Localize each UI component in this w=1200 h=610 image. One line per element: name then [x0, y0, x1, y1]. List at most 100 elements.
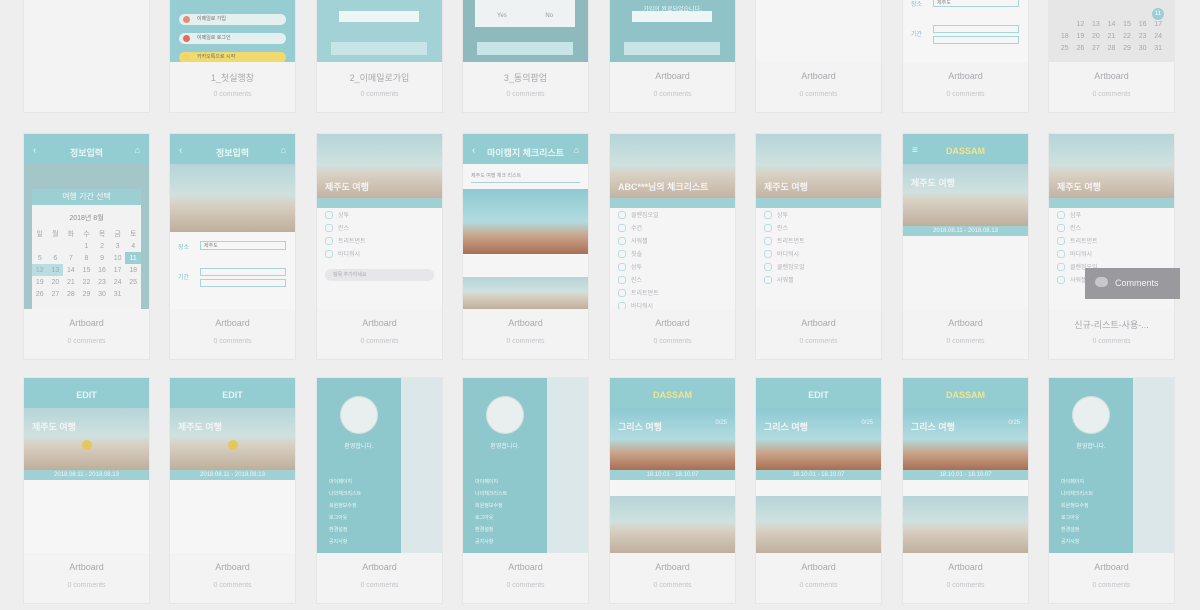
calendar-day[interactable]: 28	[1104, 42, 1120, 54]
checklist-item[interactable]: 샴푸	[1057, 210, 1098, 223]
artboard-thumbnail[interactable]: 환영합니다. 마이페이지 나의체크리스트 회원정보수정 로그아웃 환경설정 공지사항	[317, 378, 442, 553]
artboard-thumbnail[interactable]: ‹ 정보입력 ⌂ 여행 기간 선택 2018년 8월 일 월 화 수 목 금 토 1 2 3 4 5 6 7 8 9 10…	[24, 134, 149, 309]
calendar-day[interactable]: 16	[1135, 18, 1151, 30]
calendar-day[interactable]: 22	[1119, 30, 1135, 42]
artboard-card[interactable]: 12 13 14 15 16 17 18 19 20 21 22 23 24 25 26 27 28 29 30 31…	[1049, 0, 1174, 112]
checkbox-icon[interactable]	[618, 263, 626, 272]
calendar-day[interactable]: 30	[94, 288, 110, 300]
artboard-title[interactable]: Artboard	[903, 562, 1028, 572]
date-row[interactable]	[933, 36, 1019, 44]
artboard-thumbnail[interactable]: 12 13 14 15 16 17 18 19 20 21 22 23 24 25 26 27 28 29 30 31…	[1049, 0, 1174, 62]
home-icon[interactable]: ⌂	[574, 145, 579, 155]
artboard-card[interactable]: 제주도 여행 상투 린스 트리트먼트 바디워시 항목 추가하세요 Artboard 0 com…	[317, 134, 442, 359]
checklist-item[interactable]: 상투	[325, 210, 366, 223]
comments-tooltip[interactable]: Comments	[1085, 268, 1180, 299]
calendar-day[interactable]: 29	[79, 288, 95, 300]
checkbox-icon[interactable]	[1057, 263, 1065, 272]
side-menu-item[interactable]: 환경설정	[329, 524, 361, 536]
artboard-thumbnail[interactable]: 장소 기간 제주도	[903, 0, 1028, 62]
checkbox-icon[interactable]	[1057, 250, 1065, 259]
search-input[interactable]: 제주도 여행 체크 리스트	[471, 172, 580, 183]
calendar-day[interactable]: 20	[1088, 30, 1104, 42]
artboard-title[interactable]: Artboard	[756, 562, 881, 572]
calendar-day[interactable]: 14	[63, 264, 79, 276]
artboard-title[interactable]: Artboard	[903, 318, 1028, 328]
calendar-day[interactable]: 23	[1135, 30, 1151, 42]
artboard-card[interactable]: Yes No 3_동의팝업 0 comments	[463, 0, 588, 112]
artboard-thumbnail[interactable]: 제주도 여행 상투 린스 트리트먼트 바디워시 클렌징오일 사워젤	[756, 134, 881, 309]
checkbox-icon[interactable]	[764, 276, 772, 285]
artboard-title[interactable]: 2_이메일로가입	[317, 71, 442, 84]
artboard-title[interactable]: Artboard	[610, 562, 735, 572]
place-input[interactable]: 제주도	[933, 0, 1019, 7]
checklist-item[interactable]: 린스	[325, 223, 366, 236]
calendar-day[interactable]: 21	[63, 276, 79, 288]
highlight-day[interactable]: 11	[1152, 8, 1164, 20]
add-item-input[interactable]: 항목 추가하세요	[325, 269, 434, 281]
calendar-day[interactable]: 26	[1073, 42, 1089, 54]
artboard-thumbnail[interactable]: 환영합니다. 마이페이지 나의체크리스트 회원정보수정 로그아웃 환경설정 공지사항	[463, 378, 588, 553]
calendar-day[interactable]: 14	[1104, 18, 1120, 30]
checkbox-icon[interactable]	[764, 224, 772, 233]
checklist-item[interactable]: 사워젤	[764, 275, 805, 288]
side-menu-item[interactable]: 로그아웃	[475, 512, 507, 524]
checklist-item[interactable]: 상투	[618, 262, 659, 275]
artboard-card[interactable]: ≡ DASSAM 제주도 여행 2018.08.11 - 2018.08.13 Artb…	[903, 134, 1028, 359]
artboard-title[interactable]: Artboard	[24, 318, 149, 328]
calendar-day[interactable]: 6	[48, 252, 64, 264]
calendar-day[interactable]: 20	[48, 276, 64, 288]
artboard-card[interactable]: 제주도 여행 상투 린스 트리트먼트 바디워시 클렌징오일 사워젤 Artboard 0 com…	[756, 134, 881, 359]
checkbox-icon[interactable]	[325, 224, 333, 233]
artboard-title[interactable]: 신규-리스트-사용-...	[1049, 318, 1174, 331]
artboard-card[interactable]: 환영합니다. 마이페이지 나의체크리스트 회원정보수정 로그아웃 환경설정 공지사항 Artb…	[463, 378, 588, 603]
checklist-item[interactable]: 린스	[618, 275, 659, 288]
artboard-thumbnail[interactable]: ‹ 마이캠지 체크리스트 ⌂ 제주도 여행 체크 리스트	[463, 134, 588, 309]
calendar-day[interactable]: 7	[63, 252, 79, 264]
home-icon[interactable]: ⌂	[135, 145, 140, 155]
calendar-day[interactable]: 19	[1073, 30, 1089, 42]
side-menu-item[interactable]: 공지사항	[475, 536, 507, 548]
checklist-item[interactable]: 트리트먼트	[618, 288, 659, 301]
artboard-thumbnail[interactable]: App icon	[24, 0, 149, 62]
checkbox-icon[interactable]	[618, 276, 626, 285]
checkbox-icon[interactable]	[1057, 211, 1065, 220]
date-row[interactable]	[200, 279, 286, 287]
artboard-title[interactable]: Artboard	[610, 318, 735, 328]
checklist-item[interactable]: 상투	[764, 210, 805, 223]
side-menu-item[interactable]: 마이페이지	[1061, 476, 1093, 488]
artboard-title[interactable]: Artboard	[170, 318, 295, 328]
calendar-day[interactable]: 22	[79, 276, 95, 288]
calendar-day[interactable]: 1	[79, 240, 95, 252]
artboard-card[interactable]: 가입이 완료되었습니다. Artboard 0 comments	[610, 0, 735, 112]
calendar-day[interactable]: 27	[48, 288, 64, 300]
side-menu-item[interactable]: 나의체크리스트	[475, 488, 507, 500]
artboard-card[interactable]: App icon	[24, 0, 149, 112]
calendar-day[interactable]: 16	[94, 264, 110, 276]
calendar-day[interactable]: 17	[110, 264, 126, 276]
artboard-thumbnail[interactable]: 가입이 완료되었습니다.	[610, 0, 735, 62]
side-menu-item[interactable]: 공지사항	[1061, 536, 1093, 548]
artboard-title[interactable]: Artboard	[24, 562, 149, 572]
calendar-day[interactable]: 23	[94, 276, 110, 288]
calendar-day[interactable]: 15	[1119, 18, 1135, 30]
popup-no[interactable]: No	[545, 13, 553, 19]
artboard-card[interactable]: Artboard 0 comments	[756, 0, 881, 112]
calendar-day[interactable]: 29	[1119, 42, 1135, 54]
artboard-card[interactable]: 환영합니다. 마이페이지 나의체크리스트 회원정보수정 로그아웃 환경설정 공지사항 Artb…	[1049, 378, 1174, 603]
calendar-day[interactable]: 24	[110, 276, 126, 288]
artboard-thumbnail[interactable]: DASSAM 그리스 여행 0/25 18.10.01 - 18.10.07	[903, 378, 1028, 553]
side-menu-item[interactable]: 로그아웃	[329, 512, 361, 524]
artboard-thumbnail[interactable]: 제주도 여행 상투 린스 트리트먼트 바디워시 항목 추가하세요	[317, 134, 442, 309]
side-menu-item[interactable]: 회원정보수정	[475, 500, 507, 512]
artboard-thumbnail[interactable]: EDIT 그리스 여행 0/25 18.10.01 - 18.10.07	[756, 378, 881, 553]
calendar-day[interactable]: 5	[32, 252, 48, 264]
calendar-day[interactable]: 3	[110, 240, 126, 252]
checklist-item[interactable]: 트리트먼트	[764, 236, 805, 249]
calendar-day[interactable]: 12	[32, 264, 48, 276]
checkbox-icon[interactable]	[1057, 276, 1065, 285]
side-menu-item[interactable]: 마이페이지	[475, 476, 507, 488]
checklist-item[interactable]: 바디워시	[764, 249, 805, 262]
artboard-thumbnail[interactable]	[756, 0, 881, 62]
artboard-title[interactable]: Artboard	[317, 318, 442, 328]
calendar-day[interactable]: 11	[125, 252, 141, 264]
